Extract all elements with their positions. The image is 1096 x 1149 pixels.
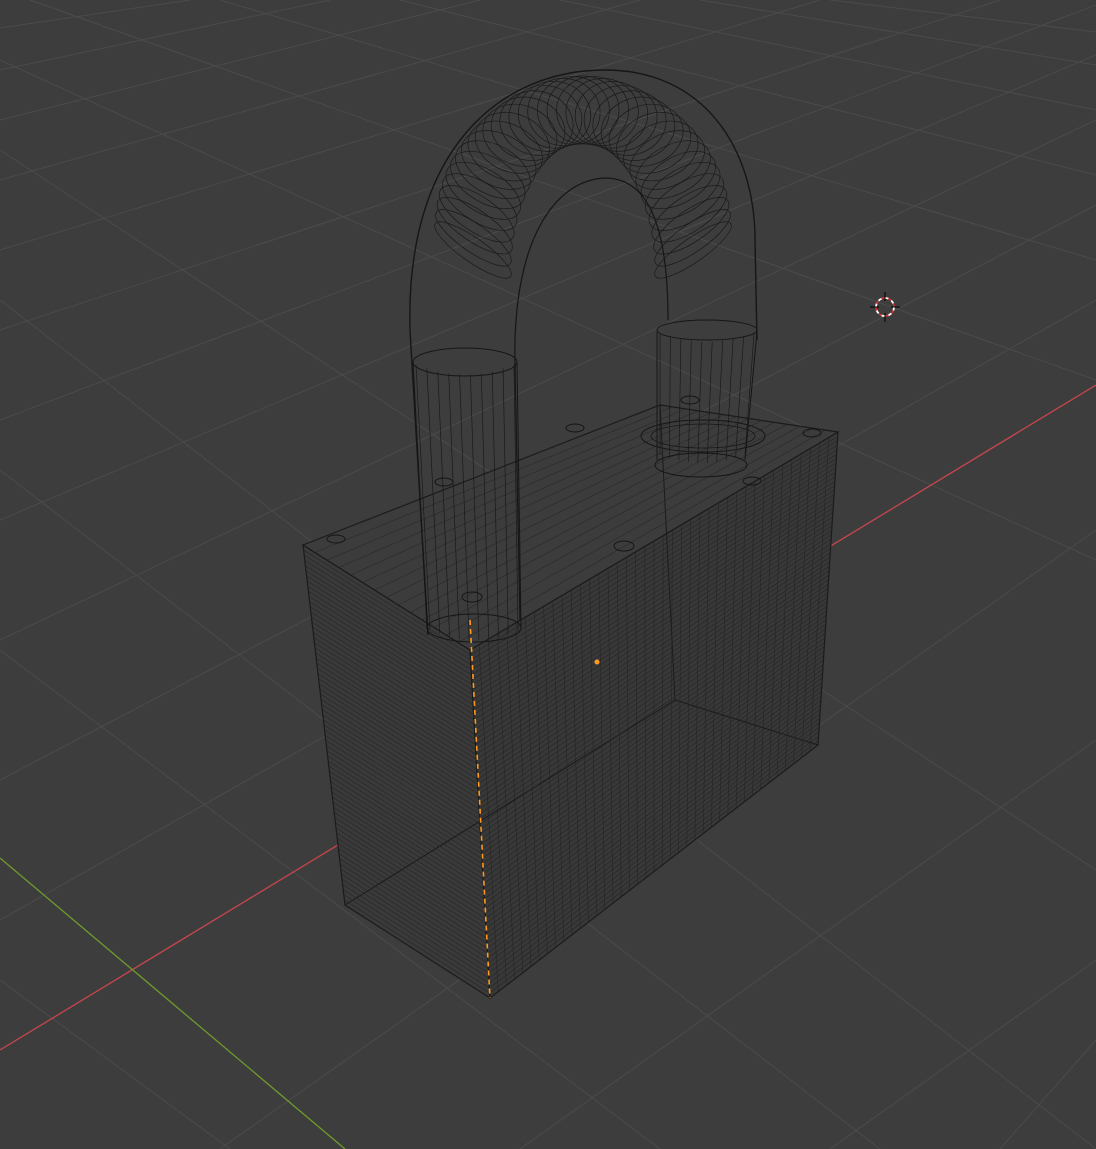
3d-viewport[interactable] (0, 0, 1096, 1149)
object-origin-dot[interactable] (594, 659, 600, 665)
